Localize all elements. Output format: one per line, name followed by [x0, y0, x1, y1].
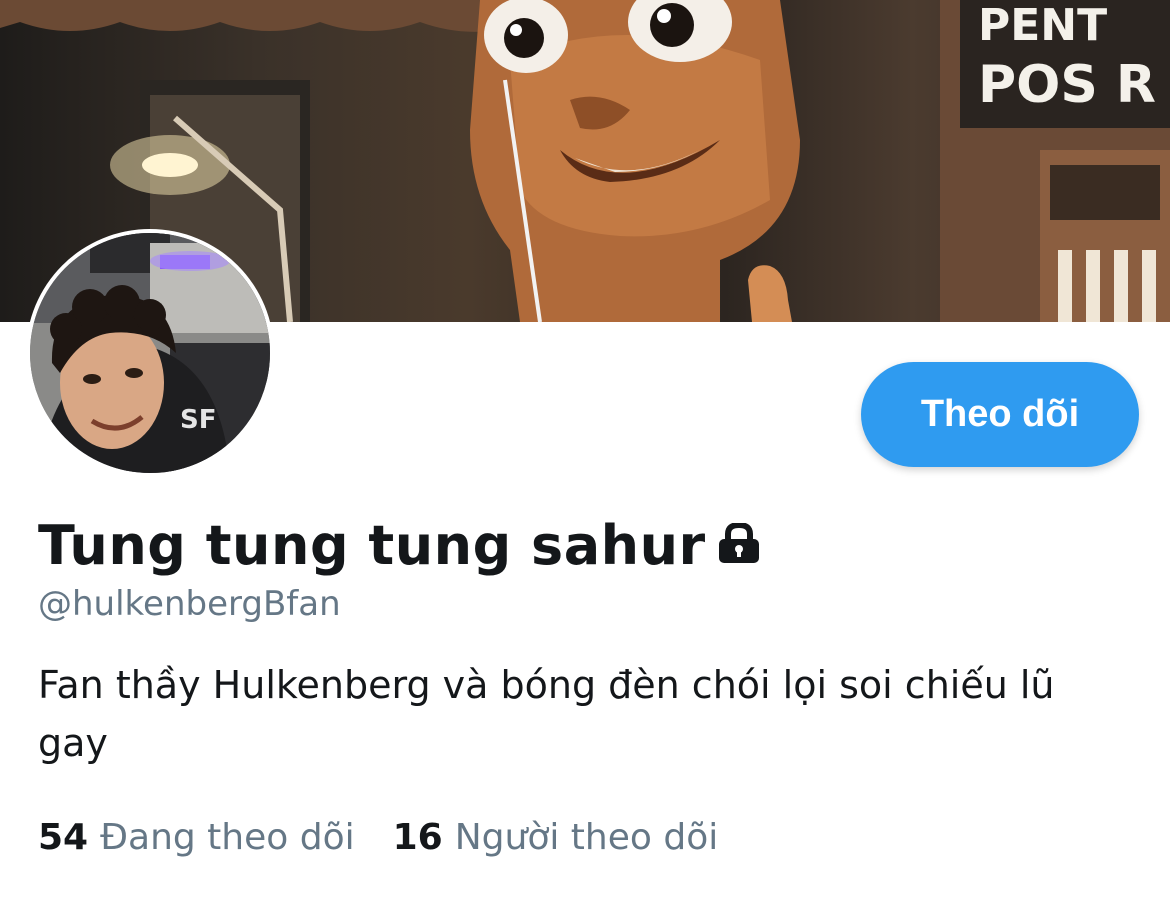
profile-bio: Fan thầy Hulkenberg và bóng đèn chói lọi…	[38, 663, 1055, 765]
svg-text:SF: SF	[180, 405, 217, 435]
followers-count: 16	[392, 817, 443, 858]
banner-sign-line-2: POS R	[978, 55, 1156, 115]
following-label: Đang theo dõi	[100, 817, 355, 858]
following-count: 54	[38, 817, 89, 858]
profile-avatar[interactable]: SF	[30, 233, 270, 473]
profile-handle: @hulkenbergBfan	[38, 584, 341, 624]
lock-icon	[716, 521, 762, 563]
following-stat[interactable]: 54 Đang theo dõi	[38, 817, 355, 858]
followers-stat[interactable]: 16 Người theo dõi	[393, 817, 719, 858]
profile-name-row: Tung tung tung sahur	[38, 507, 762, 583]
followers-label: Người theo dõi	[454, 817, 719, 858]
profile-display-name: Tung tung tung sahur	[38, 513, 706, 577]
profile-stats: 54 Đang theo dõi 16 Người theo dõi	[38, 817, 718, 858]
banner-sign-line-1: PENT	[978, 0, 1107, 51]
follow-button[interactable]: Theo dõi	[861, 362, 1139, 467]
